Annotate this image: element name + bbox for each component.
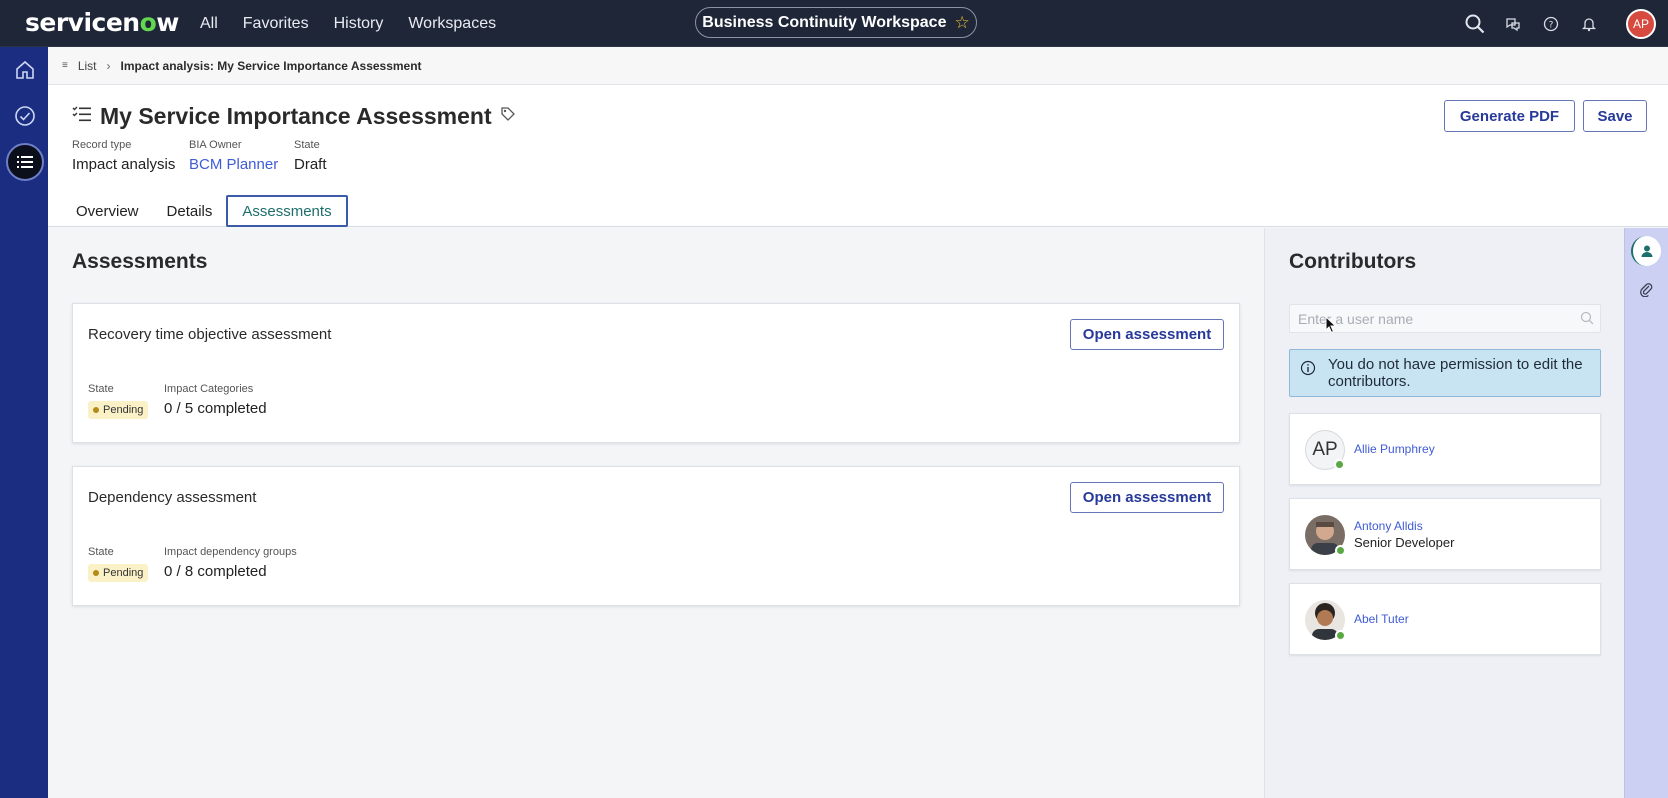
- status-badge: Pending: [88, 564, 149, 582]
- contributors-person-icon[interactable]: [1631, 236, 1661, 266]
- tab-overview[interactable]: Overview: [62, 195, 153, 227]
- left-rail: [0, 47, 48, 798]
- record-type-label: Record type: [72, 139, 132, 151]
- state-label: State: [294, 139, 320, 151]
- status-dot-icon: [93, 407, 99, 413]
- user-avatar[interactable]: AP: [1626, 8, 1656, 39]
- permission-info-banner: You do not have permission to edit the c…: [1289, 349, 1601, 397]
- workspace-pill[interactable]: Business Continuity Workspace ☆: [695, 7, 977, 38]
- record-header: My Service Importance Assessment Record …: [48, 85, 1668, 227]
- search-icon: [1580, 311, 1594, 328]
- svg-text:?: ?: [1549, 20, 1554, 30]
- assessment-card: Recovery time objective assessment Open …: [72, 303, 1240, 443]
- record-type-value: Impact analysis: [72, 156, 176, 173]
- notifications-bell-icon[interactable]: [1570, 0, 1608, 47]
- chevron-right-icon: ›: [106, 58, 111, 73]
- home-icon[interactable]: [7, 52, 43, 88]
- state-field: State Draft: [294, 139, 327, 173]
- breadcrumb: ≡ List › Impact analysis: My Service Imp…: [48, 47, 1668, 85]
- servicenow-logo[interactable]: servicenow: [25, 8, 179, 37]
- search-icon[interactable]: [1456, 0, 1494, 47]
- bia-owner-link[interactable]: BCM Planner: [189, 156, 278, 173]
- contributor-role: Senior Developer: [1354, 535, 1455, 550]
- help-icon[interactable]: ?: [1532, 0, 1570, 47]
- favorite-star-icon[interactable]: ☆: [954, 13, 969, 33]
- contributor-card: Abel Tuter: [1289, 583, 1601, 655]
- page-title: My Service Importance Assessment: [100, 103, 492, 129]
- info-icon: [1300, 360, 1316, 380]
- avatar: [1305, 600, 1346, 641]
- state-value: Draft: [294, 156, 327, 173]
- checkmark-circle-icon[interactable]: [7, 98, 43, 134]
- contributor-card: AP Allie Pumphrey: [1289, 413, 1601, 485]
- avatar: AP: [1305, 430, 1345, 470]
- assessment-title: Dependency assessment: [88, 489, 257, 506]
- tab-assessments[interactable]: Assessments: [226, 195, 348, 227]
- top-icons: ? AP: [1456, 0, 1668, 47]
- nav-workspaces[interactable]: Workspaces: [408, 15, 496, 33]
- online-status-icon: [1335, 630, 1346, 641]
- progress-label: Impact Categories: [164, 383, 254, 395]
- status-dot-icon: [93, 570, 99, 576]
- workspace-title: Business Continuity Workspace: [702, 13, 947, 31]
- assessments-panel: Assessments Recovery time objective asse…: [48, 228, 1264, 798]
- utility-rail: [1624, 228, 1668, 798]
- attachment-paperclip-icon[interactable]: [1631, 274, 1661, 304]
- contributor-name[interactable]: Abel Tuter: [1354, 612, 1409, 626]
- online-status-icon: [1334, 459, 1345, 470]
- open-assessment-button[interactable]: Open assessment: [1070, 482, 1224, 513]
- nav-history[interactable]: History: [334, 15, 384, 33]
- chat-icon[interactable]: [1494, 0, 1532, 47]
- contributor-card: Antony Alldis Senior Developer: [1289, 498, 1601, 570]
- progress-value: 0 / 5 completed: [164, 400, 267, 417]
- contributor-name[interactable]: Allie Pumphrey: [1354, 442, 1435, 456]
- permission-message: You do not have permission to edit the c…: [1328, 356, 1583, 390]
- status-badge: Pending: [88, 401, 149, 419]
- top-navigation: servicenow All Favorites History Workspa…: [0, 0, 1668, 47]
- assessment-card: Dependency assessment Open assessment St…: [72, 466, 1240, 606]
- search-placeholder: Enter a user name: [1298, 310, 1414, 327]
- record-tabs: Overview Details Assessments: [62, 195, 348, 227]
- list-icon: ≡: [62, 60, 68, 71]
- bia-owner-label: BIA Owner: [189, 139, 242, 151]
- online-status-icon: [1335, 545, 1346, 556]
- nav-favorites[interactable]: Favorites: [243, 15, 309, 33]
- nav-links: All Favorites History Workspaces: [200, 0, 496, 47]
- contributors-heading: Contributors: [1289, 250, 1417, 273]
- progress-label: Impact dependency groups: [164, 546, 297, 558]
- bia-owner-field: BIA Owner BCM Planner: [189, 139, 278, 173]
- breadcrumb-current: Impact analysis: My Service Importance A…: [120, 58, 422, 73]
- assessment-title: Recovery time objective assessment: [88, 326, 332, 343]
- nav-all[interactable]: All: [200, 15, 218, 33]
- tag-icon[interactable]: [500, 106, 516, 127]
- assessments-heading: Assessments: [72, 250, 208, 273]
- breadcrumb-list[interactable]: List: [78, 59, 97, 73]
- tab-details[interactable]: Details: [153, 195, 227, 227]
- state-label: State: [88, 546, 114, 558]
- contributors-panel: Contributors Enter a user name You do no…: [1264, 228, 1624, 798]
- checklist-icon: [72, 105, 92, 128]
- record-type-field: Record type Impact analysis: [72, 139, 175, 173]
- list-icon[interactable]: [6, 143, 44, 181]
- open-assessment-button[interactable]: Open assessment: [1070, 319, 1224, 350]
- contributor-name[interactable]: Antony Alldis: [1354, 519, 1423, 533]
- title-row: My Service Importance Assessment: [72, 103, 516, 130]
- save-button[interactable]: Save: [1583, 100, 1647, 132]
- mouse-cursor-icon: [1325, 315, 1337, 339]
- state-label: State: [88, 383, 114, 395]
- generate-pdf-button[interactable]: Generate PDF: [1444, 100, 1575, 132]
- progress-value: 0 / 8 completed: [164, 563, 267, 580]
- avatar: [1305, 515, 1346, 556]
